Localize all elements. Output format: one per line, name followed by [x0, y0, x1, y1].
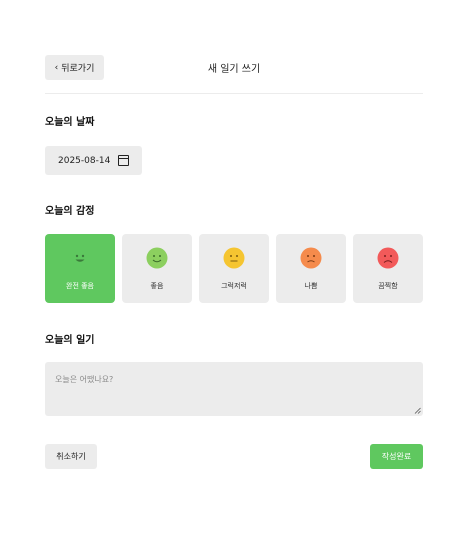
mood-selector: 완전 좋음 좋음 그럭저럭 나쁨 끔찍함 [45, 234, 423, 303]
smile-icon [146, 247, 168, 268]
sad-face-icon [377, 247, 399, 268]
mood-option-bad[interactable]: 나쁨 [276, 234, 346, 303]
page-header: ‹ 뒤로가기 새 일기 쓰기 [45, 55, 423, 80]
diary-textarea[interactable] [45, 362, 423, 416]
diary-section-label: 오늘의 일기 [45, 335, 95, 346]
mood-option-terrible[interactable]: 끔찍함 [353, 234, 423, 303]
mood-label: 나쁨 [304, 281, 318, 290]
mood-section-label: 오늘의 감정 [45, 206, 95, 217]
frown-icon [300, 247, 322, 268]
date-value: 2025-08-14 [58, 155, 111, 166]
cancel-button[interactable]: 취소하기 [45, 444, 97, 469]
mood-label: 끔찍함 [378, 281, 398, 290]
resize-grip-icon[interactable] [414, 407, 421, 414]
big-smile-icon [75, 254, 85, 262]
neutral-face-icon [223, 247, 245, 268]
mood-label: 좋음 [150, 281, 164, 290]
mood-label: 완전 좋음 [66, 281, 94, 290]
submit-button[interactable]: 작성완료 [370, 444, 423, 469]
date-input[interactable]: 2025-08-14 [45, 146, 142, 175]
calendar-icon[interactable] [118, 155, 130, 166]
header-divider [45, 93, 423, 94]
mood-option-good[interactable]: 좋음 [122, 234, 192, 303]
mood-option-okay[interactable]: 그럭저럭 [199, 234, 269, 303]
mood-label: 그럭저럭 [221, 281, 247, 290]
date-section-label: 오늘의 날짜 [45, 117, 95, 128]
page-title: 새 일기 쓰기 [207, 64, 261, 75]
mood-option-great[interactable]: 완전 좋음 [45, 234, 115, 303]
